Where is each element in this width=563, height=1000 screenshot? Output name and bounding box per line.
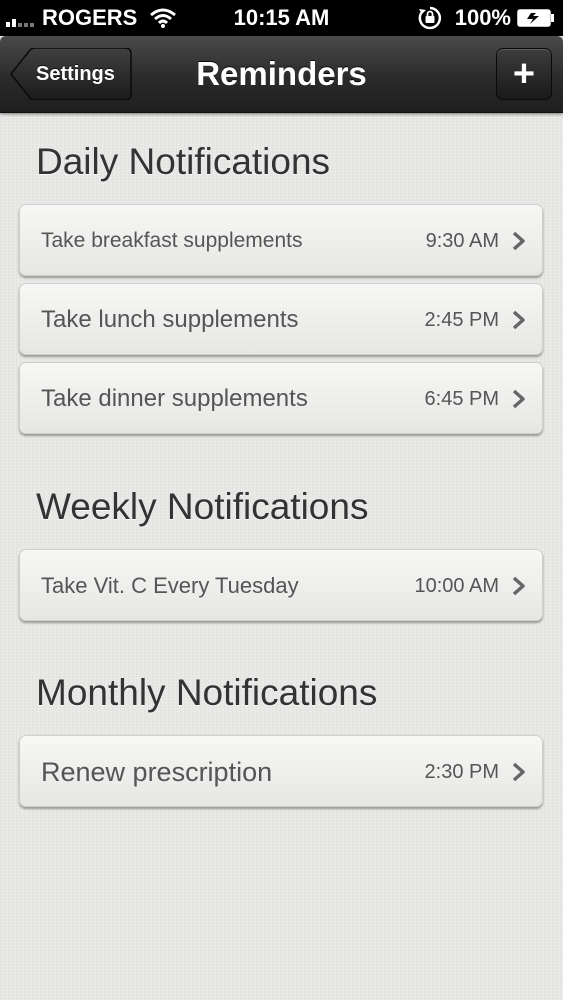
reminder-row[interactable]: Take lunch supplements 2:45 PM <box>19 283 543 355</box>
reminder-label: Take Vit. C Every Tuesday <box>41 573 299 598</box>
add-reminder-button[interactable]: + <box>496 48 552 100</box>
chevron-right-icon <box>512 762 525 782</box>
rotation-lock-icon <box>418 6 441 30</box>
battery-icon <box>517 9 554 27</box>
reminder-time: 2:30 PM <box>424 761 499 783</box>
section-header-daily: Daily Notifications <box>36 141 331 182</box>
reminder-time: 6:45 PM <box>424 388 499 410</box>
back-button-label: Settings <box>36 62 115 85</box>
chevron-right-icon <box>512 231 525 251</box>
battery-percentage: 100% <box>454 5 511 30</box>
chevron-right-icon <box>512 389 525 409</box>
plus-icon: + <box>512 52 536 95</box>
chevron-right-icon <box>512 310 525 330</box>
status-right: 100% <box>417 4 555 32</box>
status-bar: ROGERS 10:15 AM 100% <box>0 0 563 36</box>
section-header-weekly: Weekly Notifications <box>36 486 369 527</box>
reminder-time: 2:45 PM <box>424 309 499 331</box>
navigation-bar: Settings Reminders + <box>0 36 563 113</box>
reminder-row[interactable]: Take dinner supplements 6:45 PM <box>19 362 543 434</box>
reminder-label: Renew prescription <box>41 757 273 787</box>
reminder-row[interactable]: Take Vit. C Every Tuesday 10:00 AM <box>19 549 543 621</box>
reminder-time: 10:00 AM <box>414 575 499 597</box>
reminder-label: Take breakfast supplements <box>41 229 303 252</box>
reminder-row[interactable]: Take breakfast supplements 9:30 AM <box>19 204 543 276</box>
reminder-time: 9:30 AM <box>425 230 499 252</box>
section-header-monthly: Monthly Notifications <box>36 672 378 713</box>
reminder-label: Take lunch supplements <box>41 306 299 333</box>
reminder-label: Take dinner supplements <box>41 385 308 412</box>
reminder-row[interactable]: Renew prescription 2:30 PM <box>19 735 543 807</box>
chevron-right-icon <box>512 576 525 596</box>
